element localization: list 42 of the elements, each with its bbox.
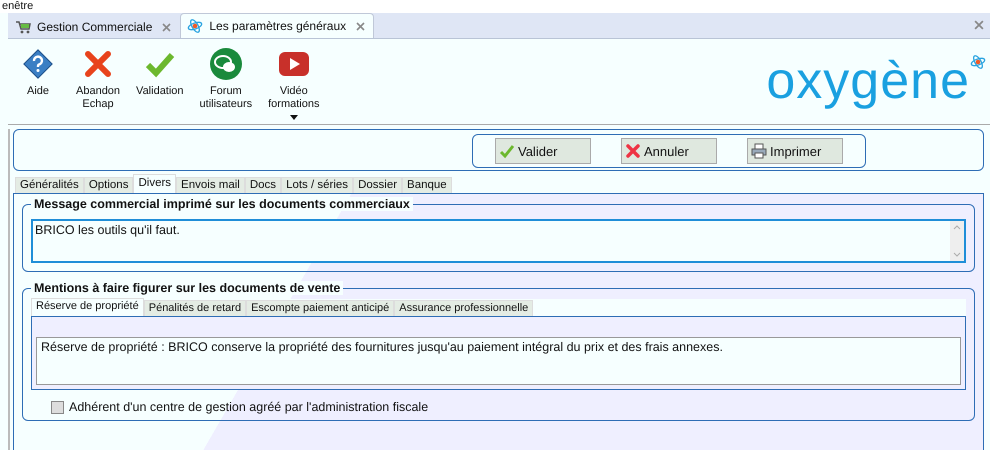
toolbar-button[interactable]: Vidéo formations bbox=[260, 47, 328, 120]
menu-label[interactable]: enêtre bbox=[0, 0, 990, 13]
checkbox[interactable]: Adhérent d'un centre de gestion agréé par l'administration fiscale bbox=[51, 400, 966, 414]
toolbar-button[interactable]: Validation bbox=[128, 47, 192, 98]
tab[interactable]: Escompte paiement anticipé bbox=[246, 300, 394, 316]
tab[interactable]: Lots / séries bbox=[281, 177, 354, 193]
mention-field[interactable]: Réserve de propriété : BRICO conserve la propriété des fournitures jusqu'au paiement intégral du prix et des frais annexes. bbox=[36, 337, 961, 385]
tab[interactable]: Pénalités de retard bbox=[144, 300, 246, 316]
chevron-down-icon[interactable] bbox=[953, 252, 961, 257]
tab[interactable]: Options bbox=[84, 177, 134, 193]
tab[interactable]: Docs bbox=[244, 177, 282, 193]
document-tab[interactable]: Gestion Commerciale bbox=[8, 15, 180, 38]
tab[interactable]: Envois mail bbox=[176, 177, 245, 193]
tab[interactable]: Dossier bbox=[353, 177, 402, 193]
document-tab[interactable]: Les paramètres généraux bbox=[180, 13, 374, 38]
action-button[interactable]: Imprimer bbox=[747, 138, 843, 164]
scrollbar[interactable] bbox=[950, 221, 964, 261]
group-title: Message commercial imprimé sur les documents commerciaux bbox=[31, 197, 413, 211]
logo-text: oxygène bbox=[766, 53, 970, 109]
toolbar-button[interactable]: Aide bbox=[8, 47, 68, 98]
toolbar-button[interactable]: Abandon Echap bbox=[68, 47, 128, 111]
tab[interactable]: Généralités bbox=[15, 177, 84, 193]
chat-bubbles-icon bbox=[208, 47, 243, 81]
cart-icon bbox=[15, 20, 31, 34]
checkmark-icon bbox=[499, 143, 515, 159]
close-icon[interactable] bbox=[974, 20, 984, 30]
cross-icon bbox=[625, 143, 641, 159]
atom-icon bbox=[970, 53, 986, 71]
close-icon[interactable] bbox=[162, 22, 172, 32]
action-button[interactable]: Annuler bbox=[621, 138, 717, 164]
close-icon[interactable] bbox=[356, 22, 366, 30]
toolbar-button[interactable]: Forum utilisateurs bbox=[192, 47, 260, 111]
printer-icon bbox=[751, 143, 767, 159]
group-title: Mentions à faire figurer sur les documents de vente bbox=[31, 281, 344, 295]
action-button[interactable]: Valider bbox=[495, 138, 591, 164]
tab[interactable]: Réserve de propriété bbox=[31, 298, 144, 316]
tab[interactable]: Divers bbox=[133, 174, 176, 193]
tab[interactable]: Assurance professionnelle bbox=[394, 300, 534, 316]
atom-icon bbox=[187, 18, 204, 34]
chevron-up-icon[interactable] bbox=[953, 225, 961, 230]
tab[interactable]: Banque bbox=[402, 177, 452, 193]
message-field[interactable]: BRICO les outils qu'il faut. bbox=[31, 219, 966, 263]
